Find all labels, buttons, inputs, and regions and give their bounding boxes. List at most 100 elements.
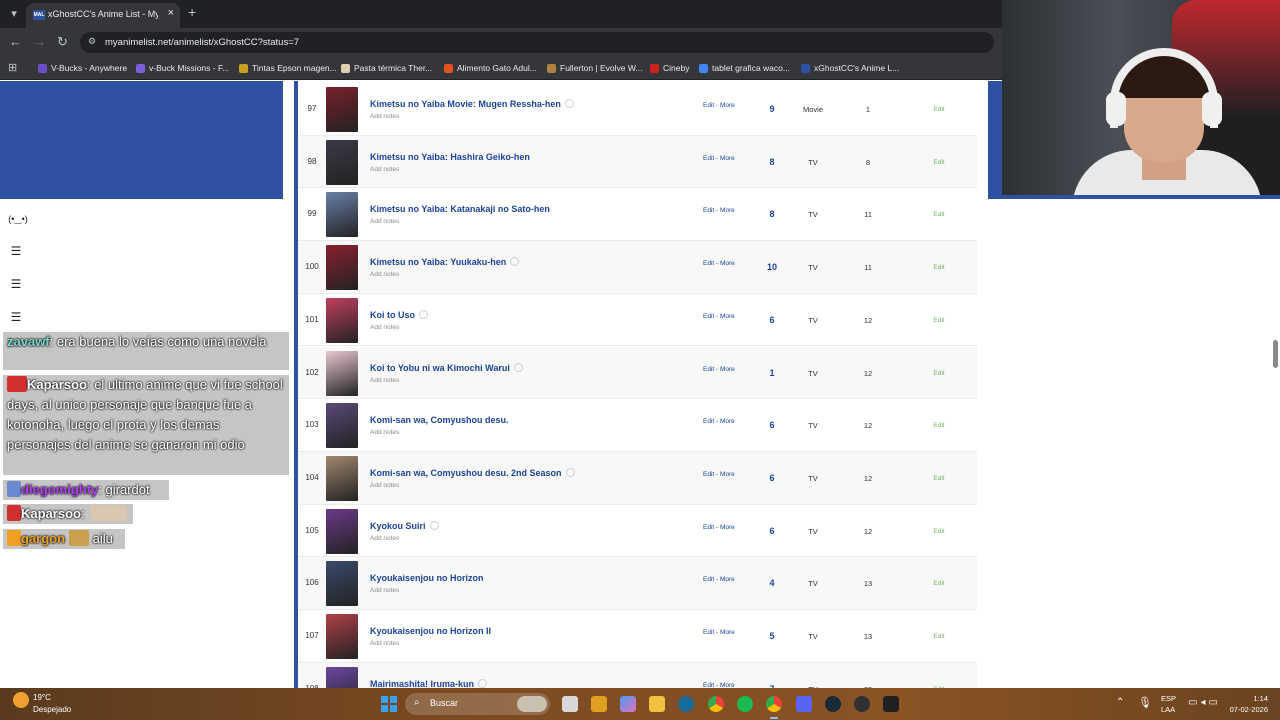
anime-cover-image[interactable] [326,139,358,185]
info-icon[interactable] [565,467,575,477]
edit-link[interactable]: Edit [924,663,954,688]
tab-search-icon[interactable]: ▾ [6,6,22,22]
anime-title[interactable]: Mairimashita! Iruma-kun [370,679,474,688]
anime-score[interactable]: 6 [757,294,787,346]
clock-date[interactable]: 07-02-2026 [1224,705,1268,714]
edit-more-link[interactable]: Edit - More [703,155,735,162]
edge-icon[interactable] [678,696,694,712]
edit-link[interactable]: Edit [924,347,954,401]
clock-time[interactable]: 1:14 [1230,694,1268,703]
add-notes-link[interactable]: Add notes [370,429,399,436]
address-bar[interactable]: ⚙ myanimelist.net/animelist/xGhostCC?sta… [80,32,994,53]
edit-link[interactable]: Edit [924,294,954,348]
bookmark-item[interactable]: Fullerton | Evolve W... [547,61,643,75]
page-scrollbar[interactable] [1270,200,1280,688]
folder-icon[interactable] [649,696,665,712]
anime-title-link[interactable]: Kimetsu no Yaiba: Katanakaji no Sato-hen [370,204,550,214]
anime-title-link[interactable]: Komi-san wa, Comyushou desu. [370,415,509,425]
anime-cover-image[interactable] [326,192,358,238]
anime-score[interactable]: 1 [757,347,787,399]
add-notes-link[interactable]: Add notes [370,113,399,120]
discord-icon[interactable] [796,696,812,712]
add-notes-link[interactable]: Add notes [370,218,399,225]
anime-title-link[interactable]: Kyokou Suiri [370,520,439,531]
info-icon[interactable] [510,257,520,267]
edit-more-link[interactable]: Edit - More [703,207,735,214]
steam-icon[interactable] [825,696,841,712]
edit-link[interactable]: Edit [924,136,954,190]
edit-more-link[interactable]: Edit - More [703,629,735,636]
add-notes-link[interactable]: Add notes [370,535,399,542]
anime-cover-image[interactable] [326,245,358,291]
taskbar-search[interactable]: ⌕ Buscar [405,693,550,715]
obs-icon[interactable] [854,696,870,712]
anime-score[interactable]: 6 [757,399,787,451]
add-notes-link[interactable]: Add notes [370,587,399,594]
epic-games-icon[interactable] [883,696,899,712]
windows-start-icon[interactable] [381,696,397,712]
anime-score[interactable]: 9 [757,83,787,135]
input-layout[interactable]: LAA [1161,705,1175,714]
anime-cover-image[interactable] [326,614,358,659]
back-arrow-icon[interactable]: ← [9,34,22,49]
bookmark-item[interactable]: V-Bucks - Anywhere [38,61,127,75]
anime-title[interactable]: Komi-san wa, Comyushou desu. [370,415,509,425]
edit-link[interactable]: Edit [924,557,954,611]
anime-score[interactable]: 8 [757,188,787,240]
anime-score[interactable]: 5 [757,610,787,662]
chrome-active-icon[interactable] [766,696,782,712]
anime-cover-image[interactable] [326,508,358,554]
scrollbar-thumb[interactable] [1273,340,1278,368]
add-notes-link[interactable]: Add notes [370,482,399,489]
weather-temperature[interactable]: 19°C [33,693,51,702]
anime-title[interactable]: Kyoukaisenjou no Horizon [370,573,484,583]
file-explorer-icon[interactable] [562,696,578,712]
edit-link[interactable]: Edit [924,399,954,453]
anime-score[interactable]: 10 [757,241,787,293]
input-language[interactable]: ESP [1161,694,1176,703]
spotify-icon[interactable] [737,696,753,712]
bookmark-item[interactable]: tablet grafica waco... [699,61,790,75]
bookmark-item[interactable]: Alimento Gato Adul... [444,61,537,75]
edit-link[interactable]: Edit [924,610,954,664]
forward-arrow-icon[interactable]: → [33,34,46,49]
edit-more-link[interactable]: Edit - More [703,366,735,373]
anime-title-link[interactable]: Koi to Yobu ni wa Kimochi Warui [370,362,523,373]
edit-link[interactable]: Edit [924,83,954,137]
edit-more-link[interactable]: Edit - More [703,418,735,425]
weather-sun-icon[interactable] [13,692,29,708]
edit-more-link[interactable]: Edit - More [703,524,735,531]
info-icon[interactable] [429,520,439,530]
anime-score[interactable]: 7 [757,663,787,688]
anime-title-link[interactable]: Mairimashita! Iruma-kun [370,678,488,688]
weather-condition[interactable]: Despejado [33,705,71,714]
anime-cover-image[interactable] [326,87,358,132]
anime-title-link[interactable]: Komi-san wa, Comyushou desu. 2nd Season [370,467,575,478]
anime-cover-image[interactable] [326,561,358,607]
new-tab-icon[interactable]: + [188,4,196,20]
anime-title[interactable]: Komi-san wa, Comyushou desu. 2nd Season [370,468,562,478]
add-notes-link[interactable]: Add notes [370,640,399,647]
anime-title-link[interactable]: Kyoukaisenjou no Horizon II [370,626,491,636]
tab-active[interactable]: MAL xGhostCC's Anime List - MyAnimeList.… [26,3,180,28]
bookmark-item[interactable]: v-Buck Missions - F... [136,61,229,75]
anime-cover-image[interactable] [326,350,358,396]
chrome-icon[interactable] [708,696,724,712]
edit-more-link[interactable]: Edit - More [703,576,735,583]
anime-title[interactable]: Kimetsu no Yaiba: Yuukaku-hen [370,257,506,267]
anime-cover-image[interactable] [326,297,358,343]
system-tray-icons[interactable]: ▭◂▭ [1188,697,1221,708]
anime-cover-image[interactable] [326,455,358,501]
microphone-icon[interactable]: 🎙︎ [1138,696,1152,709]
add-notes-link[interactable]: Add notes [370,324,399,331]
store-icon[interactable] [591,696,607,712]
add-notes-link[interactable]: Add notes [370,377,399,384]
info-icon[interactable] [513,362,523,372]
edit-more-link[interactable]: Edit - More [703,313,735,320]
edit-more-link[interactable]: Edit - More [703,102,735,109]
copilot-icon[interactable] [620,696,636,712]
anime-title[interactable]: Kyokou Suiri [370,521,426,531]
anime-title[interactable]: Kimetsu no Yaiba: Hashira Geiko-hen [370,152,530,162]
anime-title[interactable]: Kyoukaisenjou no Horizon II [370,626,491,636]
anime-title-link[interactable]: Kimetsu no Yaiba: Hashira Geiko-hen [370,152,530,162]
